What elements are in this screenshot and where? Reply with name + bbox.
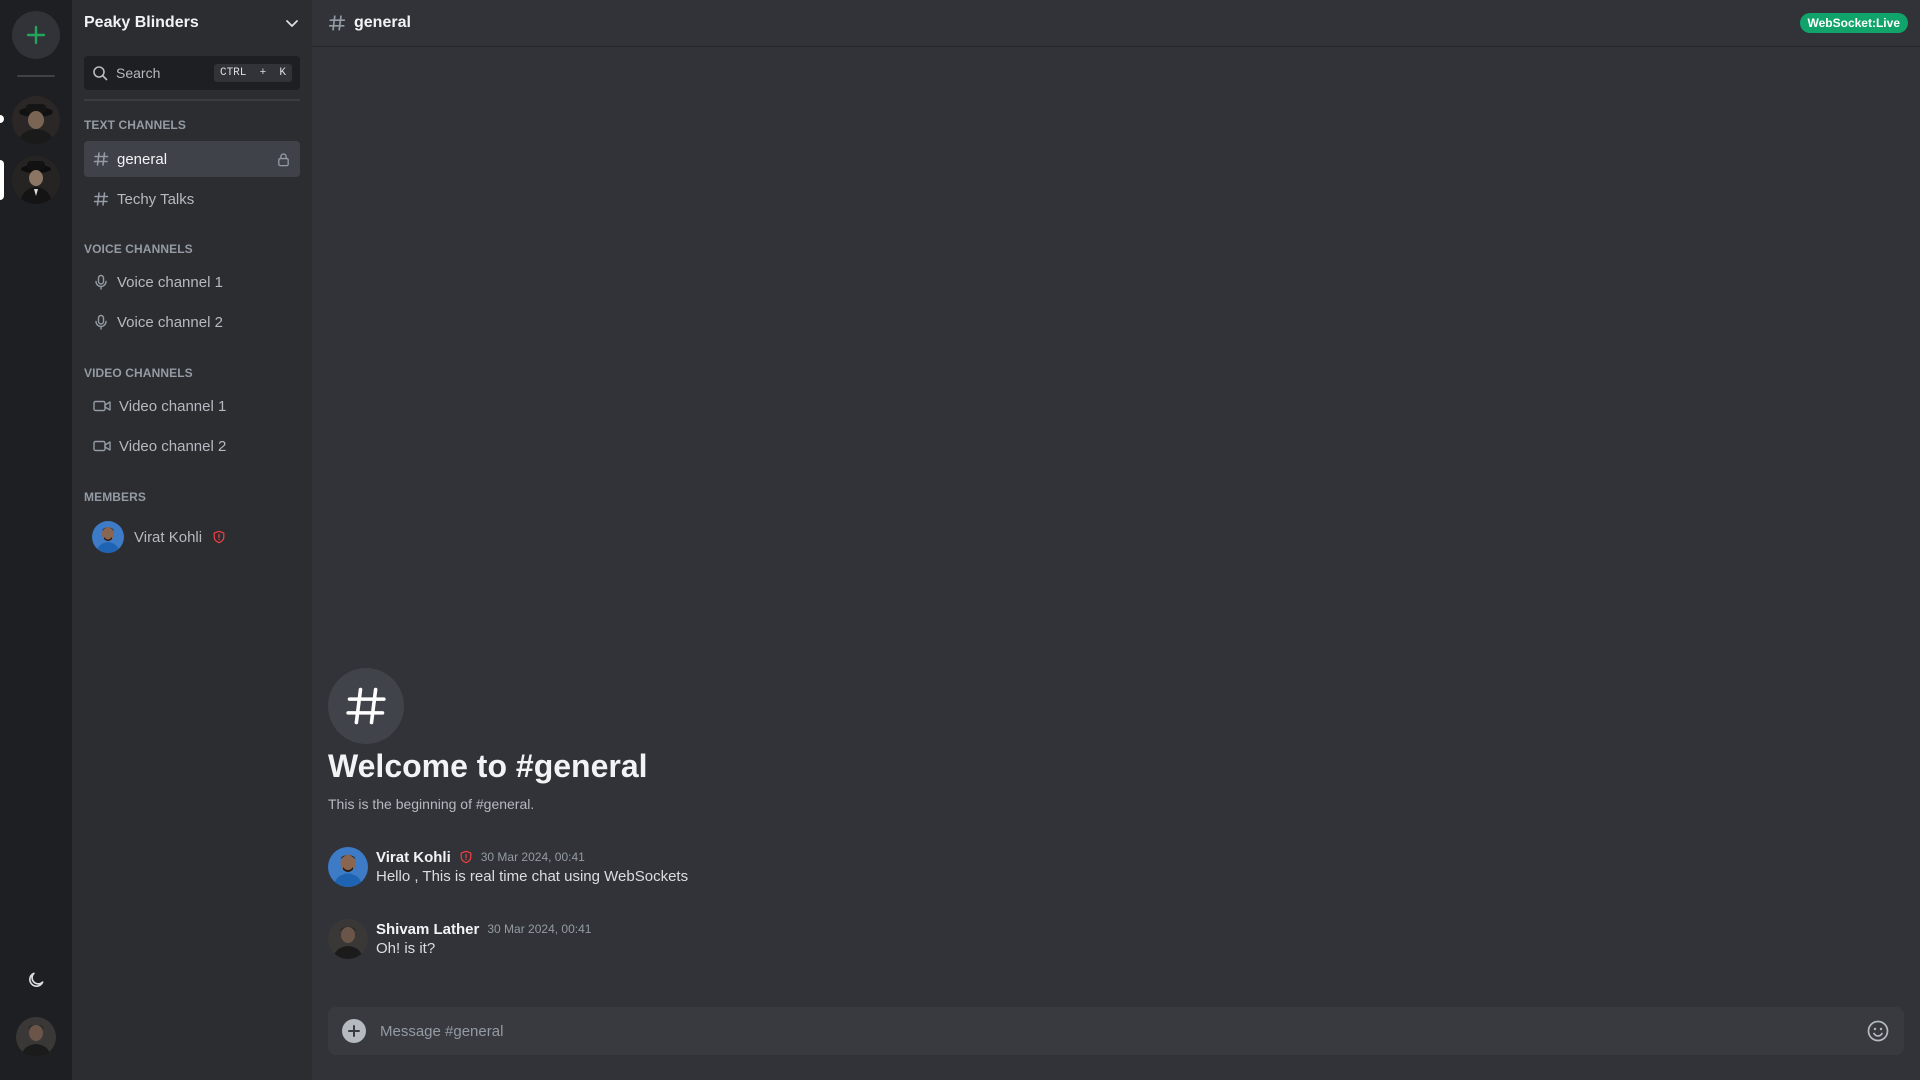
welcome-hashtag-badge — [328, 668, 404, 744]
message-author[interactable]: Virat Kohli — [376, 849, 451, 866]
video-camera-icon — [93, 440, 111, 452]
user-avatar[interactable] — [16, 1017, 56, 1057]
hashtag-icon — [346, 687, 386, 725]
search-button[interactable]: Search CTRL + K — [84, 56, 300, 90]
server-unread-pill — [0, 115, 4, 123]
lock-icon — [278, 152, 289, 166]
emoji-button[interactable] — [1866, 1019, 1890, 1043]
section-title-voice-channels: VOICE CHANNELS — [84, 242, 193, 256]
microphone-icon — [95, 314, 107, 330]
search-icon — [93, 66, 108, 81]
channel-label: general — [117, 150, 168, 168]
shield-alert-icon — [460, 850, 472, 864]
message-item: Virat Kohli 30 Mar 2024, 00:41 Hello , T… — [328, 847, 1128, 887]
server-icon-1[interactable] — [12, 96, 60, 144]
channel-header: general WebSocket:Live — [312, 0, 1920, 47]
chevron-down-icon — [286, 20, 298, 27]
search-label: Search — [116, 65, 161, 81]
message-text: Oh! is it? — [376, 940, 436, 957]
message-timestamp: 30 Mar 2024, 00:41 — [487, 922, 592, 936]
attach-button[interactable] — [342, 1019, 366, 1043]
shield-alert-icon — [213, 530, 225, 544]
keyboard-shortcut: CTRL + K — [213, 64, 292, 82]
sidebar-separator — [84, 99, 300, 101]
channel-item-general[interactable]: general — [84, 141, 300, 177]
channel-item-voice-2[interactable]: Voice channel 2 — [84, 304, 300, 340]
section-title-video-channels: VIDEO CHANNELS — [84, 366, 193, 380]
channel-item-video-2[interactable]: Video channel 2 — [84, 428, 300, 464]
add-server-button[interactable] — [12, 11, 60, 59]
channel-label: Techy Talks — [117, 190, 195, 208]
server-header[interactable]: Peaky Blinders — [72, 0, 312, 46]
message-item: Shivam Lather 30 Mar 2024, 00:41 Oh! is … — [328, 919, 1128, 959]
server-rail — [0, 0, 72, 1080]
channel-label: Voice channel 2 — [117, 313, 223, 331]
channel-item-video-1[interactable]: Video channel 1 — [84, 388, 300, 424]
moon-icon — [29, 972, 44, 987]
channel-title: general — [354, 14, 411, 31]
chat-area: general WebSocket:Live Welcome to #gener… — [312, 0, 1920, 1080]
plus-icon — [348, 1025, 360, 1037]
server-avatar-image — [12, 156, 60, 204]
section-title-members: MEMBERS — [84, 490, 147, 504]
user-avatar-image — [16, 1017, 56, 1057]
message-text: Hello , This is real time chat using Web… — [376, 868, 689, 885]
channel-label: Voice channel 1 — [117, 273, 223, 291]
channel-label: Video channel 1 — [119, 397, 227, 415]
avatar[interactable] — [328, 919, 368, 959]
message-author[interactable]: Shivam Lather — [376, 921, 479, 938]
message-composer — [328, 1007, 1904, 1055]
avatar — [92, 521, 124, 553]
server-selected-pill — [0, 160, 4, 200]
welcome-title: Welcome to #general — [328, 748, 648, 784]
hashtag-icon — [93, 152, 109, 166]
server-name: Peaky Blinders — [84, 14, 199, 31]
welcome-subtitle: This is the beginning of #general. — [328, 796, 535, 812]
channel-sidebar: Peaky Blinders Search CTRL + K TEXT CHAN… — [72, 0, 312, 1080]
hashtag-icon — [328, 15, 346, 31]
hashtag-icon — [93, 192, 109, 206]
section-title-text-channels: TEXT CHANNELS — [84, 118, 186, 132]
avatar[interactable] — [328, 847, 368, 887]
theme-toggle-button[interactable] — [24, 968, 48, 992]
server-avatar-image — [12, 96, 60, 144]
channel-item-techy-talks[interactable]: Techy Talks — [84, 181, 300, 217]
rail-separator — [17, 75, 55, 77]
video-camera-icon — [93, 400, 111, 412]
message-timestamp: 30 Mar 2024, 00:41 — [480, 850, 585, 864]
channel-label: Video channel 2 — [119, 437, 227, 455]
server-icon-peaky-blinders[interactable] — [12, 156, 60, 204]
plus-icon — [26, 25, 46, 45]
status-badge: WebSocket:Live — [1799, 13, 1908, 33]
channel-item-voice-1[interactable]: Voice channel 1 — [84, 264, 300, 300]
member-item-virat-kohli[interactable]: Virat Kohli — [92, 520, 226, 554]
message-input[interactable] — [380, 1022, 1852, 1040]
member-name: Virat Kohli — [134, 528, 203, 546]
microphone-icon — [95, 274, 107, 290]
